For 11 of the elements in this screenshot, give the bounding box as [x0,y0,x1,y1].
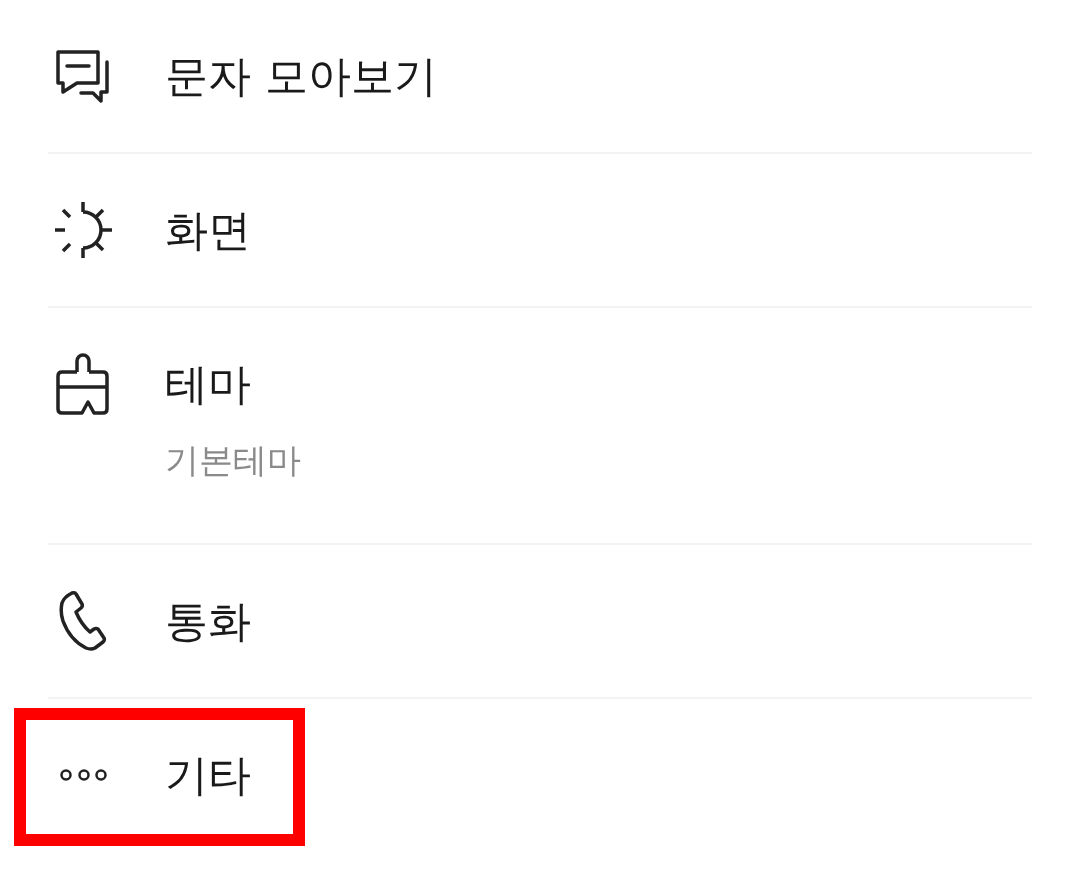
menu-subtitle: 기본테마 [165,440,301,480]
menu-label[interactable]: 기타 [165,746,251,804]
chat-bubbles-icon [56,49,109,103]
paint-brush-icon [56,353,109,415]
menu-label[interactable]: 통화 [165,592,251,650]
menu-label[interactable]: 테마 [165,355,251,413]
menu-label[interactable]: 문자 모아보기 [165,47,437,105]
menu-label[interactable]: 화면 [165,201,251,259]
half-sun-icon [54,200,114,260]
phone-icon [59,590,107,652]
more-icon [59,767,108,783]
